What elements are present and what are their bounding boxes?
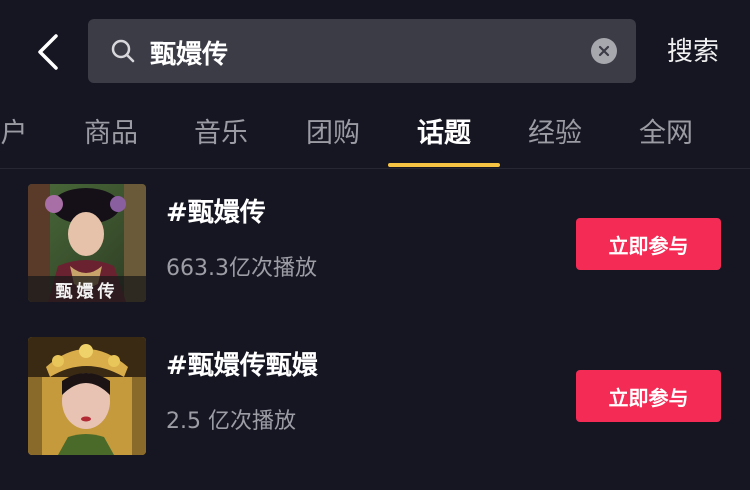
category-tabs: 户 商品 音乐 团购 话题 经验 全网 — [0, 102, 750, 169]
join-topic-button[interactable]: 立即参与 — [576, 218, 721, 270]
thumbnail-caption: 甄嬛传 — [55, 282, 119, 302]
join-topic-button[interactable]: 立即参与 — [576, 370, 721, 422]
topic-title[interactable]: #甄嬛传甄嬛 — [166, 345, 318, 382]
tab-products[interactable]: 商品 — [80, 112, 142, 156]
clear-icon — [598, 45, 610, 57]
topic-result-item[interactable]: 甄嬛传 #甄嬛传 663.3亿次播放 立即参与 — [0, 184, 750, 304]
back-button[interactable] — [28, 30, 68, 74]
search-icon — [111, 39, 135, 63]
topic-thumbnail[interactable] — [28, 337, 146, 455]
topic-thumbnail[interactable]: 甄嬛传 — [28, 184, 146, 302]
topic-play-count: 663.3亿次播放 — [166, 256, 317, 281]
portrait-image — [28, 337, 146, 455]
clear-search-button[interactable] — [591, 38, 617, 64]
topic-result-item[interactable]: #甄嬛传甄嬛 2.5 亿次播放 立即参与 — [0, 337, 750, 457]
tab-topics[interactable]: 话题 — [413, 112, 475, 156]
search-box[interactable] — [88, 19, 636, 83]
active-tab-indicator — [388, 163, 500, 167]
tab-all-web[interactable]: 全网 — [635, 112, 697, 156]
topic-play-count: 2.5 亿次播放 — [166, 409, 296, 434]
tab-users[interactable]: 户 — [0, 112, 34, 156]
tab-music[interactable]: 音乐 — [190, 112, 252, 156]
tab-group-buy[interactable]: 团购 — [302, 112, 364, 156]
topic-title[interactable]: #甄嬛传 — [166, 192, 266, 229]
search-input[interactable] — [148, 29, 572, 75]
tab-experience[interactable]: 经验 — [524, 112, 586, 156]
chevron-left-icon — [38, 34, 58, 70]
search-submit-button[interactable]: 搜索 — [660, 30, 726, 74]
